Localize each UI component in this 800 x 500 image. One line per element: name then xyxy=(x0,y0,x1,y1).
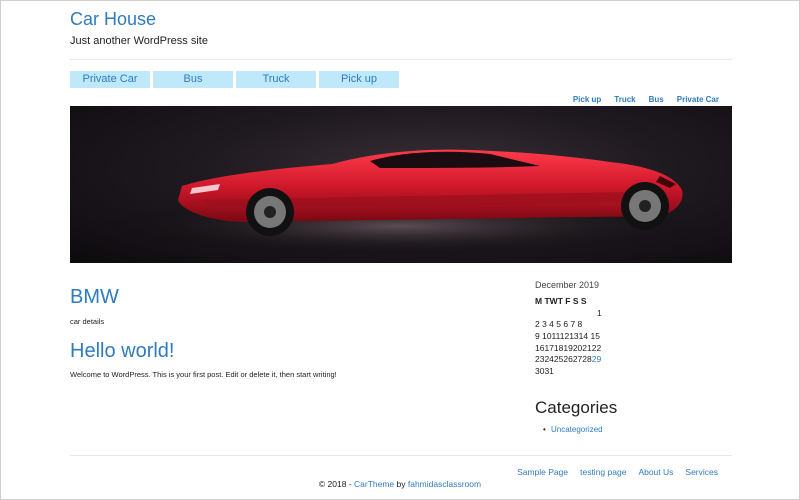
calendar-day-link[interactable]: 29 xyxy=(592,354,601,364)
footer-divider xyxy=(70,455,732,456)
sub-nav-private-car[interactable]: Private Car xyxy=(677,95,719,104)
footer-link-about-us[interactable]: About Us xyxy=(638,467,673,477)
sub-nav-bus[interactable]: Bus xyxy=(649,95,664,104)
weekday-m: M xyxy=(535,296,543,306)
footer-link-testing-page[interactable]: testing page xyxy=(580,467,626,477)
theme-link[interactable]: CarTheme xyxy=(354,479,394,489)
main-nav-truck[interactable]: Truck xyxy=(236,71,316,88)
post-excerpt-hello-world: Welcome to WordPress. This is your first… xyxy=(70,370,337,379)
post-excerpt-bmw: car details xyxy=(70,317,105,326)
calendar-weekday-row: M TWT F S S xyxy=(535,296,587,306)
footer-link-services[interactable]: Services xyxy=(685,467,718,477)
calendar-row-4: 16171819202122 xyxy=(535,343,602,353)
weekday-s: S xyxy=(572,296,579,306)
weekday-s2: S xyxy=(580,296,587,306)
calendar-row-2: 2 3 4 5 6 7 8 xyxy=(535,319,583,329)
footer-link-sample-page[interactable]: Sample Page xyxy=(517,467,568,477)
header-divider xyxy=(70,59,732,60)
author-link[interactable]: fahmidasclassroom xyxy=(408,479,481,489)
calendar-row-5-days: 232425262728 xyxy=(535,354,592,364)
post-title-bmw[interactable]: BMW xyxy=(70,286,119,309)
main-nav-private-car[interactable]: Private Car xyxy=(70,71,150,88)
calendar-caption: December 2019 xyxy=(535,280,600,290)
main-nav-bus[interactable]: Bus xyxy=(153,71,233,88)
main-navigation: Private Car Bus Truck Pick up xyxy=(70,71,399,88)
secondary-navigation: Pick up Truck Bus Private Car xyxy=(573,95,719,104)
weekday-t2: T xyxy=(557,296,563,306)
hero-banner-image xyxy=(70,106,732,263)
categories-heading: Categories xyxy=(535,398,618,417)
footer-navigation: Sample Page testing page About Us Servic… xyxy=(517,467,718,477)
sub-nav-truck[interactable]: Truck xyxy=(614,95,635,104)
weekday-w: W xyxy=(549,296,558,306)
calendar-row-5: 23242526272829 xyxy=(535,354,601,364)
sub-nav-pick-up[interactable]: Pick up xyxy=(573,95,601,104)
sports-car-image xyxy=(100,149,700,256)
site-description: Just another WordPress site xyxy=(70,35,208,47)
copyright-prefix: © 2018 - xyxy=(318,479,354,489)
copyright-line: © 2018 - CarTheme by fahmidasclassroom xyxy=(0,479,800,489)
calendar-row-6: 3031 xyxy=(535,366,554,376)
site-title[interactable]: Car House xyxy=(70,9,156,30)
category-item: Uncategorized xyxy=(551,425,603,434)
bullet-icon: • xyxy=(543,425,546,434)
post-title-hello-world[interactable]: Hello world! xyxy=(70,340,174,363)
category-link-uncategorized[interactable]: Uncategorized xyxy=(551,425,603,434)
main-nav-pick-up[interactable]: Pick up xyxy=(319,71,399,88)
weekday-f: F xyxy=(565,296,571,306)
calendar-row-3: 9 1011121314 15 xyxy=(535,331,600,341)
copyright-by: by xyxy=(394,479,408,489)
calendar-row-1: 1 xyxy=(597,308,602,318)
